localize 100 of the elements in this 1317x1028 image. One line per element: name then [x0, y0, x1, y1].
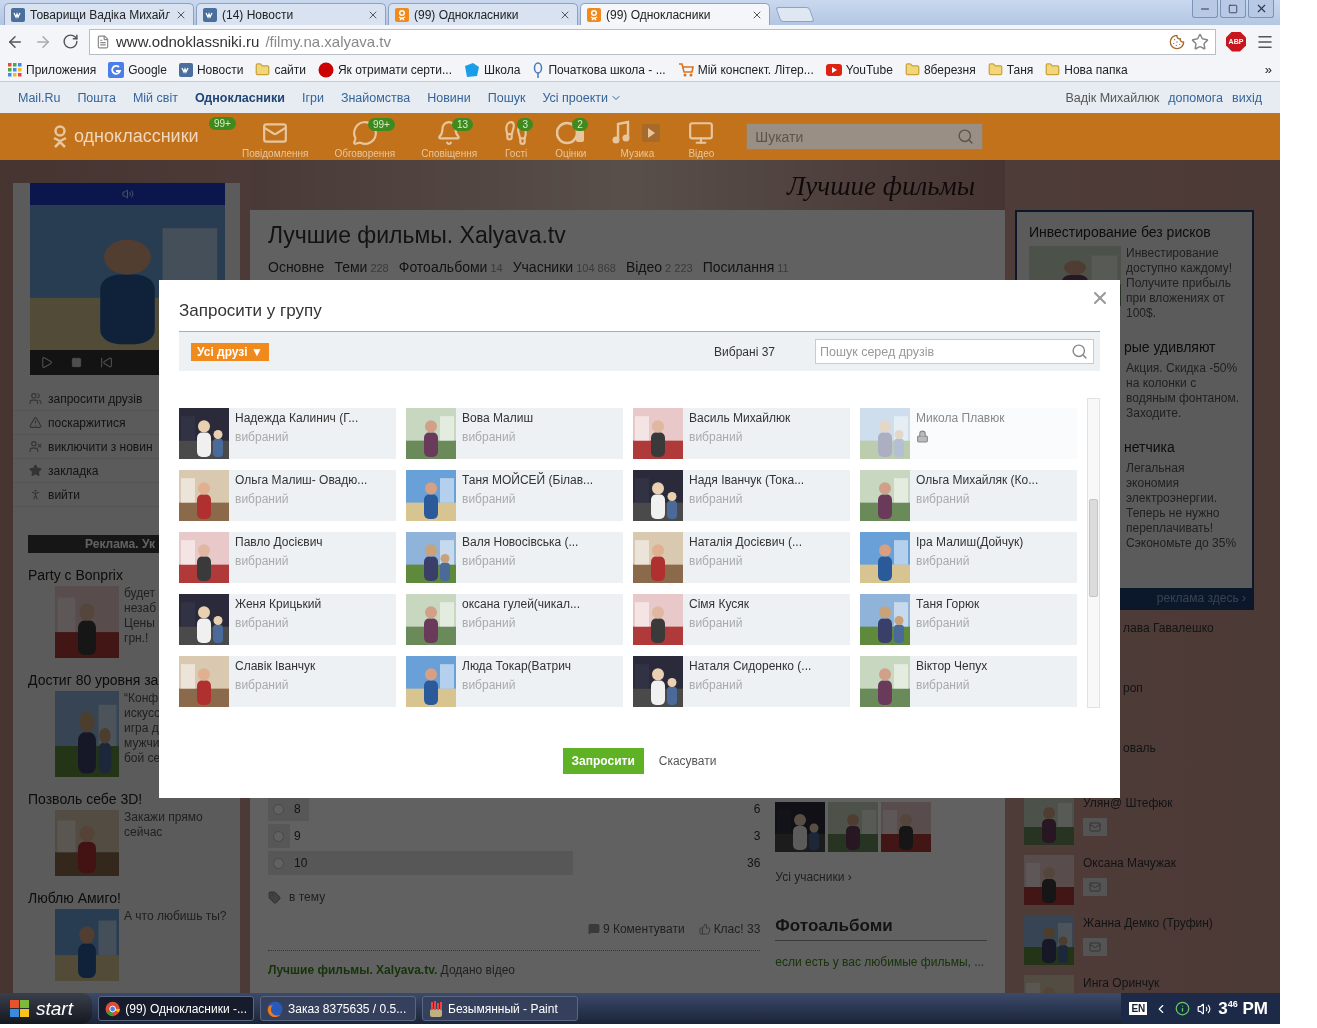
friend-card[interactable]: Віктор Чепух вибраний — [860, 656, 1077, 707]
bookmark[interactable]: YouTube — [825, 62, 893, 77]
friend-card[interactable]: Женя Крицький вибраний — [179, 594, 396, 645]
friend-card[interactable]: Наталя Сидоренко (... вибраний — [633, 656, 850, 707]
portal-link[interactable]: Однокласники — [194, 90, 285, 105]
browser-tab[interactable]: (99) Однокласники — [580, 3, 770, 25]
count-badge: 99+ — [367, 117, 395, 131]
info-icon[interactable] — [1175, 1001, 1191, 1016]
link-label[interactable]: запросити друзів — [48, 391, 143, 406]
message-button[interactable] — [1083, 878, 1107, 896]
address-field[interactable]: www.odnoklassniki.ru /filmy.na.xalyava.tv — [89, 28, 1216, 55]
portal-link[interactable]: Пошта — [77, 90, 116, 105]
vk-icon — [11, 7, 25, 22]
portal-link[interactable]: Знайомства — [340, 90, 411, 105]
ad-title[interactable]: нетчика — [1124, 439, 1240, 455]
ad-title[interactable]: рые удивляют — [1124, 339, 1240, 355]
vote-count: 3 — [753, 829, 761, 843]
site-logo[interactable]: одноклассники 99+ — [52, 116, 242, 157]
friend-card[interactable]: Ольга Малиш- Овадю... вибраний — [179, 470, 396, 521]
close-button[interactable] — [1248, 0, 1274, 18]
user-name[interactable]: Вадік Михайлюк — [1065, 90, 1160, 105]
stop-icon[interactable] — [71, 357, 82, 368]
portal-link[interactable]: Мій світ — [132, 90, 178, 105]
friend-card[interactable]: Іра Малиш(Дойчук) вибраний — [860, 532, 1077, 583]
bookmark[interactable]: Мій конспект. Літер... — [677, 61, 814, 78]
header-nav-item[interactable]: Гості 3 — [503, 119, 530, 159]
taskbar-button[interactable]: Безымянный - Paint — [422, 996, 578, 1021]
taskbar-button[interactable]: Заказ 8375635 / 0.5... — [260, 996, 416, 1021]
bookmark[interactable]: Таня — [987, 62, 1034, 77]
friend-card[interactable]: Павло Досієвич вибраний — [179, 532, 396, 583]
maximize-button[interactable] — [1220, 0, 1246, 18]
bookmark[interactable]: Google — [108, 61, 167, 78]
more-bookmarks-button[interactable]: » — [1264, 62, 1272, 77]
header-nav-item[interactable]: Сповіщення 13 — [421, 119, 478, 159]
friend-card[interactable]: оксана гулей(чикал... вибраний — [406, 594, 623, 645]
bookmark[interactable]: Школа — [463, 61, 521, 78]
header-nav-item[interactable]: Обговорення 99+ — [334, 119, 396, 159]
message-button[interactable] — [1083, 938, 1107, 956]
cancel-button[interactable]: Скасувати — [658, 754, 717, 768]
radio-button[interactable] — [273, 830, 284, 842]
friend-card[interactable]: Вова Малиш вибраний — [406, 408, 623, 459]
bookmark-star-icon[interactable] — [1191, 32, 1209, 51]
friend-card[interactable]: Люда Токар(Ватрич вибраний — [406, 656, 623, 707]
link-label[interactable]: виключити з новин — [48, 439, 153, 454]
speaker-icon[interactable] — [1197, 1001, 1212, 1016]
friend-card[interactable]: Таня МОЙСЕЙ (Білав... вибраний — [406, 470, 623, 521]
friend-card[interactable]: Сімя Кусяк вибраний — [633, 594, 850, 645]
cookie-icon[interactable] — [1169, 33, 1185, 50]
ad-title[interactable]: Инвестирование без рисков — [1029, 224, 1240, 240]
ad-text: бой се — [124, 751, 161, 766]
start-button[interactable]: start — [0, 993, 92, 1024]
ad-title[interactable]: Позволь себе 3D! — [28, 791, 240, 807]
radio-button[interactable] — [273, 803, 284, 815]
friend-card[interactable]: Валя Новосівська (... вибраний — [406, 532, 623, 583]
group-tab[interactable]: Основне — [268, 259, 325, 275]
portal-link[interactable]: Ігри — [301, 90, 324, 105]
language-indicator[interactable]: EN — [1129, 1002, 1148, 1015]
friend-card[interactable]: Славік Іванчук вибраний — [179, 656, 396, 707]
poll-option[interactable]: 8 6 — [268, 797, 761, 821]
portal-link[interactable]: допомога — [1168, 90, 1224, 105]
search-icon[interactable] — [957, 128, 975, 145]
friend-card[interactable]: Надежда Калинич (Г... вибраний — [179, 408, 396, 459]
poll-option[interactable]: 10 36 — [268, 851, 761, 875]
header-nav-item[interactable]: Оцінки 2 — [555, 119, 587, 159]
reload-icon[interactable] — [62, 33, 79, 50]
music-note-icon — [612, 119, 663, 146]
portal-link[interactable]: Новини — [427, 90, 471, 105]
bookmark[interactable]: сайти — [255, 62, 306, 77]
bookmark[interactable]: Як отримати серти... — [317, 61, 452, 78]
portal-link[interactable]: вихід — [1232, 90, 1262, 105]
friend-card[interactable]: Ольга Михайляк (Ко... вибраний — [860, 470, 1077, 521]
bookmark[interactable]: Приложения — [8, 62, 97, 77]
radio-button[interactable] — [273, 857, 284, 869]
projects-menu[interactable]: Усі проекти — [542, 90, 622, 105]
ad-title[interactable]: Люблю Амиго! — [28, 890, 240, 906]
friend-search-field[interactable]: Пошук серед друзів — [815, 339, 1094, 364]
message-button[interactable] — [1083, 818, 1107, 836]
portal-link[interactable]: Mail.Ru — [18, 90, 61, 105]
previous-icon[interactable] — [100, 356, 113, 369]
bookmark[interactable]: Нова папка — [1045, 62, 1128, 77]
link-label[interactable]: вийти — [48, 487, 80, 502]
browser-tab[interactable]: (99) Однокласники — [388, 3, 578, 25]
bookmark[interactable]: 8березня — [904, 62, 976, 77]
friend-card[interactable]: Василь Михайлюк вибраний — [633, 408, 850, 459]
poll-option[interactable]: 9 3 — [268, 824, 761, 848]
taskbar-button[interactable]: (99) Однокласники -... — [98, 996, 254, 1021]
minimize-button[interactable] — [1192, 0, 1218, 18]
browser-tab[interactable]: (14) Новости — [196, 3, 386, 25]
bookmark[interactable]: Новости — [178, 62, 244, 77]
play-icon[interactable] — [40, 356, 53, 369]
link-label[interactable]: закладка — [48, 463, 99, 478]
new-tab-button[interactable] — [775, 7, 815, 22]
friend-card[interactable]: Надя Іванчук (Тока... вибраний — [633, 470, 850, 521]
scroll-thumb[interactable] — [1089, 499, 1098, 597]
friend-card[interactable]: Таня Горюк вибраний — [860, 594, 1077, 645]
friend-card[interactable]: Наталія Досієвич (... вибраний — [633, 532, 850, 583]
bookmark[interactable]: Початкова школа - ... — [532, 61, 666, 78]
portal-link[interactable]: Пошук — [487, 90, 526, 105]
link-label[interactable]: поскаржитися — [48, 415, 126, 430]
friend-card[interactable]: Микола Плавюк — [860, 408, 1077, 459]
